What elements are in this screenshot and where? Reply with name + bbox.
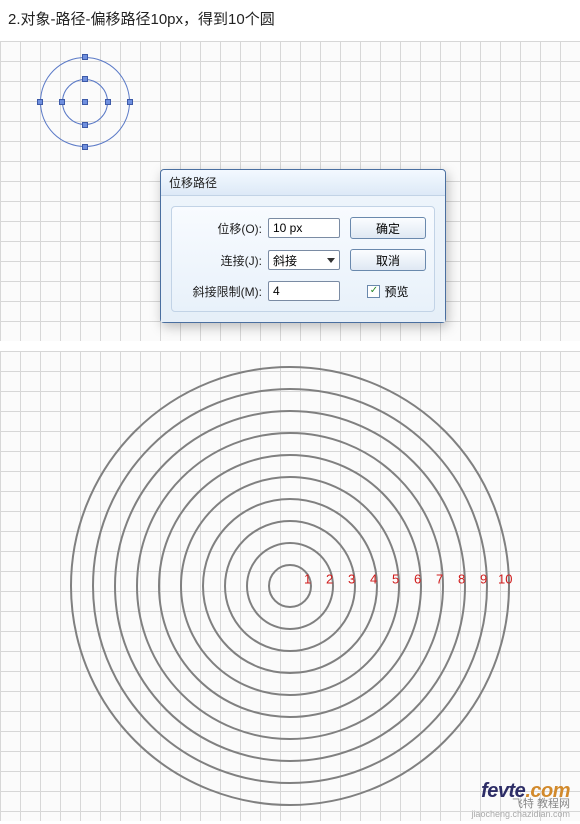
- step-title: 2.对象-路径-偏移路径10px，得到10个圆: [0, 0, 580, 41]
- canvas-top: 位移路径 位移(O): 确定 连接(J): 斜接 取消 斜接限: [0, 41, 580, 341]
- join-label: 连接(J):: [221, 252, 262, 269]
- ring-label-6: 6: [414, 571, 421, 586]
- handle-outer-w[interactable]: [37, 99, 43, 105]
- handle-w[interactable]: [59, 99, 65, 105]
- join-dropdown[interactable]: 斜接: [268, 250, 340, 270]
- join-row: 连接(J): 斜接: [180, 250, 340, 270]
- ring-10[interactable]: [70, 366, 510, 806]
- handle-n[interactable]: [82, 76, 88, 82]
- ring-label-2: 2: [326, 571, 333, 586]
- offset-label: 位移(O):: [217, 220, 262, 237]
- ring-label-10: 10: [498, 571, 512, 586]
- handle-c[interactable]: [82, 99, 88, 105]
- preview-checkbox[interactable]: ✓: [367, 285, 380, 298]
- handle-outer-e[interactable]: [127, 99, 133, 105]
- dialog-title: 位移路径: [169, 176, 217, 190]
- preview-row[interactable]: ✓ 预览: [350, 283, 426, 300]
- watermark: fevte.com 飞特 教程网 jiaocheng.chazidian.com: [471, 781, 570, 819]
- miter-input[interactable]: [268, 281, 340, 301]
- ring-label-5: 5: [392, 571, 399, 586]
- ring-label-9: 9: [480, 571, 487, 586]
- ring-label-7: 7: [436, 571, 443, 586]
- offset-input[interactable]: [268, 218, 340, 238]
- dialog-body: 位移(O): 确定 连接(J): 斜接 取消 斜接限制(M):: [161, 196, 445, 322]
- handle-s[interactable]: [82, 122, 88, 128]
- selected-circles[interactable]: [40, 57, 130, 147]
- watermark-line3: jiaocheng.chazidian.com: [471, 810, 570, 819]
- ok-button[interactable]: 确定: [350, 217, 426, 239]
- ring-label-1: 1: [304, 571, 311, 586]
- cancel-button[interactable]: 取消: [350, 249, 426, 271]
- miter-row: 斜接限制(M):: [180, 281, 340, 301]
- dialog-titlebar[interactable]: 位移路径: [161, 170, 445, 196]
- offset-path-dialog[interactable]: 位移路径 位移(O): 确定 连接(J): 斜接 取消 斜接限: [160, 169, 446, 323]
- handle-outer-n[interactable]: [82, 54, 88, 60]
- ring-label-4: 4: [370, 571, 377, 586]
- offset-row: 位移(O):: [180, 218, 340, 238]
- handle-e[interactable]: [105, 99, 111, 105]
- preview-label: 预览: [384, 283, 408, 300]
- ring-label-3: 3: [348, 571, 355, 586]
- canvas-bottom: 1 2 3 4 5 6 7 8 9 10 fevte.com 飞特 教程网 ji…: [0, 351, 580, 821]
- miter-label: 斜接限制(M):: [193, 283, 262, 300]
- join-value: 斜接: [273, 252, 297, 269]
- handle-outer-s[interactable]: [82, 144, 88, 150]
- chevron-down-icon: [327, 258, 335, 263]
- ring-label-8: 8: [458, 571, 465, 586]
